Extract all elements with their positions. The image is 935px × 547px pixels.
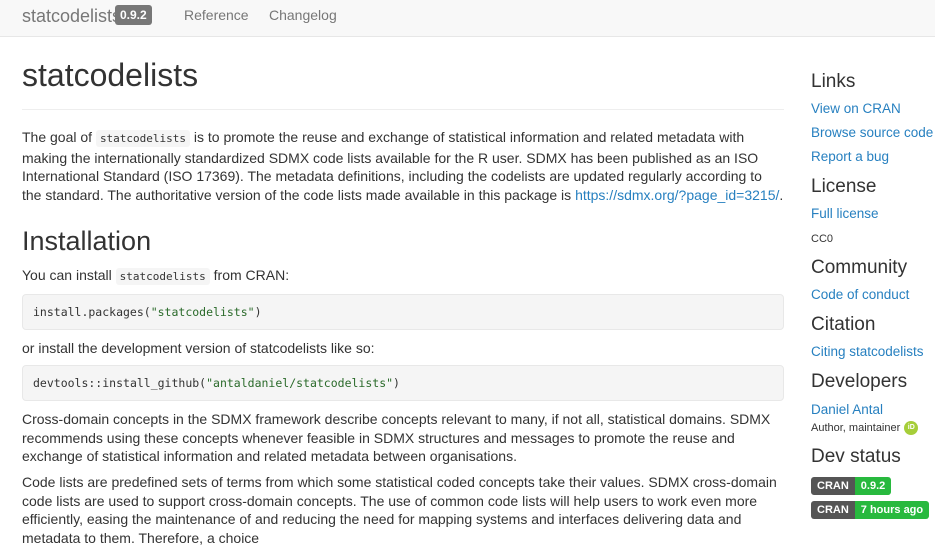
browse-source-link[interactable]: Browse source code: [811, 125, 933, 140]
codelists-paragraph: Code lists are predefined sets of terms …: [22, 474, 777, 546]
inline-code: statcodelists: [115, 268, 210, 285]
citing-link[interactable]: Citing statcodelists: [811, 344, 924, 359]
nav-reference[interactable]: Reference: [184, 7, 249, 23]
developer-name-link[interactable]: Daniel Antal: [811, 402, 883, 417]
code-function: install_github(: [102, 376, 207, 390]
community-heading: Community: [811, 257, 908, 278]
orcid-icon[interactable]: iD: [904, 421, 919, 435]
links-heading: Links: [811, 71, 856, 92]
license-heading: License: [811, 176, 877, 197]
view-on-cran-link[interactable]: View on CRAN: [811, 101, 901, 116]
code-of-conduct-link[interactable]: Code of conduct: [811, 287, 909, 302]
intro-text-1: The goal of: [22, 129, 96, 145]
installation-heading: Installation: [22, 226, 152, 256]
title-divider: [22, 109, 784, 110]
code-paren: ): [254, 305, 262, 319]
version-badge: 0.9.2: [115, 5, 152, 25]
navbar: statcodelists 0.9.2 Reference Changelog: [0, 0, 935, 37]
cross-domain-paragraph: Cross-domain concepts in the SDMX framew…: [22, 411, 771, 464]
install-paragraph: You can install statcodelists from CRAN:: [22, 266, 289, 287]
code-string: "statcodelists": [150, 305, 255, 319]
report-bug-link[interactable]: Report a bug: [811, 149, 889, 164]
intro-end: .: [779, 186, 784, 203]
badge-value: 7 hours ago: [854, 501, 930, 519]
intro-paragraph: The goal of statcodelists is to promote …: [22, 128, 784, 204]
inline-code: statcodelists: [95, 130, 191, 147]
code-function: install.packages(: [33, 305, 151, 319]
sdmx-link[interactable]: https://sdmx.org/?page_id=3215/: [575, 187, 779, 203]
badge-label: CRAN: [811, 477, 855, 495]
install-text-1: You can install: [22, 267, 116, 283]
dev-paragraph: or install the development version of st…: [22, 340, 375, 356]
developer-role-text: Author, maintainer: [811, 421, 901, 434]
code-string: "antaldaniel/statcodelists": [206, 376, 394, 390]
nav-changelog[interactable]: Changelog: [269, 7, 337, 23]
page-title: statcodelists: [22, 57, 199, 93]
code-namespace: devtools::: [33, 376, 103, 390]
full-license-link[interactable]: Full license: [811, 206, 879, 221]
license-value: CC0: [811, 233, 834, 245]
badge-value: 0.9.2: [854, 477, 892, 495]
brand-link[interactable]: statcodelists: [22, 6, 121, 27]
cran-date-badge[interactable]: CRAN 7 hours ago: [811, 501, 930, 519]
install-text-2: from CRAN:: [209, 267, 290, 283]
code-block-cran[interactable]: install.packages("statcodelists"): [22, 294, 784, 330]
code-block-github[interactable]: devtools::install_github("antaldaniel/st…: [22, 365, 784, 401]
developer-role: Author, maintainer iD: [811, 421, 919, 435]
citation-heading: Citation: [811, 314, 876, 335]
code-paren: ): [393, 376, 400, 390]
dev-status-heading: Dev status: [811, 446, 901, 467]
cran-version-badge[interactable]: CRAN 0.9.2: [811, 477, 892, 495]
badge-label: CRAN: [811, 501, 855, 519]
developers-heading: Developers: [811, 371, 908, 392]
